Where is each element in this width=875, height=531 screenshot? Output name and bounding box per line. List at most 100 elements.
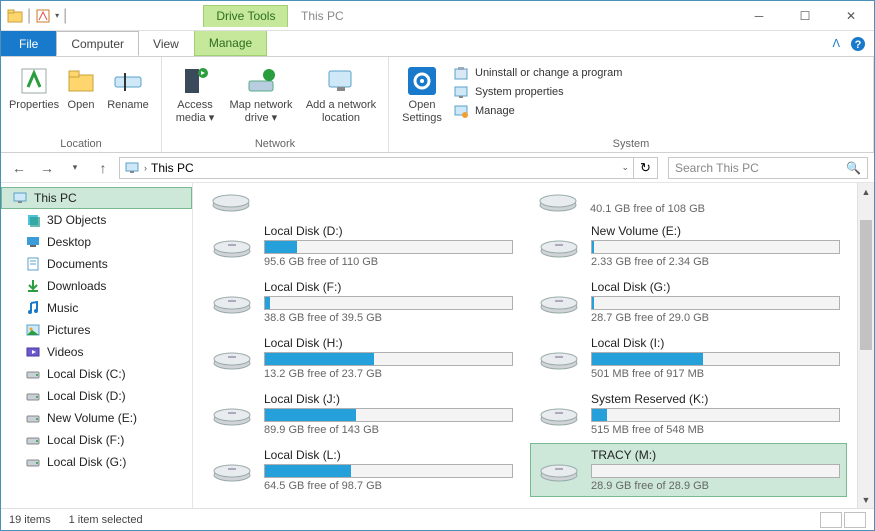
qat-dropdown-icon[interactable]: ▾ [55, 11, 59, 20]
rename-button[interactable]: Rename [103, 61, 153, 136]
status-item-count: 19 items [9, 514, 51, 526]
system-properties-link[interactable]: System properties [453, 84, 622, 100]
nav-item-local-disk-d-[interactable]: Local Disk (D:) [1, 385, 192, 407]
drive-local-disk-i-[interactable]: Local Disk (I:)501 MB free of 917 MB [530, 331, 847, 385]
drive-local-disk-h-[interactable]: Local Disk (H:)13.2 GB free of 23.7 GB [203, 331, 520, 385]
back-button[interactable]: ← [7, 156, 31, 180]
drive-grid: Local Disk (D:)95.6 GB free of 110 GBNew… [193, 219, 857, 497]
explorer-window: | ▾ | Drive Tools This PC ─ ☐ ✕ File Com… [0, 0, 875, 531]
drive-icon [210, 231, 254, 261]
search-input[interactable]: Search This PC 🔍 [668, 157, 868, 179]
content-pane[interactable]: 40.1 GB free of 108 GB Local Disk (D:)95… [193, 183, 857, 508]
refresh-button[interactable]: ↻ [634, 157, 658, 179]
details-view-button[interactable] [820, 512, 842, 528]
docs-icon [25, 256, 41, 272]
open-settings-button[interactable]: Open Settings [397, 61, 447, 136]
navigation-pane[interactable]: This PC 3D Objects Desktop DocumentsDownloa… [1, 183, 193, 508]
collapse-ribbon-icon[interactable]: ᐱ [832, 37, 840, 50]
properties-button[interactable]: Properties [9, 61, 59, 136]
scroll-up-button[interactable]: ▲ [858, 183, 874, 200]
address-dropdown-icon[interactable]: ⌄ [621, 162, 629, 173]
open-button[interactable]: Open [61, 61, 101, 136]
nav-item-videos[interactable]: Videos [1, 341, 192, 363]
window-controls: ─ ☐ ✕ [736, 1, 874, 31]
drive-new-volume-e-[interactable]: New Volume (E:)2.33 GB free of 2.34 GB [530, 219, 847, 273]
settings-gear-icon [406, 65, 438, 97]
nav-label: 3D Objects [47, 213, 106, 227]
drive-icon [537, 399, 581, 429]
manage-link[interactable]: Manage [453, 103, 622, 119]
drive-icon [536, 185, 580, 215]
drive-tools-contextual-tab[interactable]: Drive Tools [203, 5, 288, 27]
drive-free-text: 28.7 GB free of 29.0 GB [591, 312, 840, 324]
nav-item-local-disk-c-[interactable]: Local Disk (C:) [1, 363, 192, 385]
maximize-button[interactable]: ☐ [782, 1, 828, 31]
window-title: This PC [301, 9, 344, 23]
address-input[interactable]: › This PC ⌄ [119, 157, 634, 179]
scroll-track[interactable] [858, 200, 874, 491]
nav-item-local-disk-f-[interactable]: Local Disk (F:) [1, 429, 192, 451]
drive-local-disk-l-[interactable]: Local Disk (L:)64.5 GB free of 98.7 GB [203, 443, 520, 497]
tab-computer[interactable]: Computer [56, 31, 139, 56]
drive-icon [537, 455, 581, 485]
desktop-icon [25, 234, 41, 250]
nav-item-new-volume-e-[interactable]: New Volume (E:) [1, 407, 192, 429]
nav-item-music[interactable]: Music [1, 297, 192, 319]
nav-item-this-pc[interactable]: This PC [1, 187, 192, 209]
drive-icon [537, 343, 581, 373]
up-button[interactable]: ↑ [91, 156, 115, 180]
ribbon-group-network: Access media ▾ Map network drive ▾ Add a… [162, 57, 389, 152]
scroll-down-button[interactable]: ▼ [858, 491, 874, 508]
drive-local-disk-f-[interactable]: Local Disk (F:)38.8 GB free of 39.5 GB [203, 275, 520, 329]
tab-manage[interactable]: Manage [194, 31, 267, 56]
forward-button[interactable]: → [35, 156, 59, 180]
drive-free-text: 95.6 GB free of 110 GB [264, 256, 513, 268]
drive-local-disk-d-[interactable]: Local Disk (D:)95.6 GB free of 110 GB [203, 219, 520, 273]
drive-local-disk-g-[interactable]: Local Disk (G:)28.7 GB free of 29.0 GB [530, 275, 847, 329]
qat-separator: | [63, 7, 67, 25]
help-icon[interactable]: ? [850, 36, 866, 52]
drive-icon [537, 287, 581, 317]
drive-free-text: 13.2 GB free of 23.7 GB [264, 368, 513, 380]
map-network-drive-button[interactable]: Map network drive ▾ [222, 61, 300, 136]
nav-item-documents[interactable]: Documents [1, 253, 192, 275]
close-button[interactable]: ✕ [828, 1, 874, 31]
properties-qat-icon[interactable] [35, 8, 51, 24]
drive-system-reserved-k-[interactable]: System Reserved (K:)515 MB free of 548 M… [530, 387, 847, 441]
vertical-scrollbar[interactable]: ▲ ▼ [857, 183, 874, 508]
nav-item-local-disk-g-[interactable]: Local Disk (G:) [1, 451, 192, 473]
add-network-location-button[interactable]: Add a network location [302, 61, 380, 136]
manage-label: Manage [475, 105, 515, 117]
scroll-thumb[interactable] [860, 220, 872, 350]
nav-label: New Volume (E:) [47, 411, 137, 425]
pc-icon [124, 160, 140, 176]
nav-item-pictures[interactable]: Pictures [1, 319, 192, 341]
nav-item-3d-objects[interactable]: 3D Objects [1, 209, 192, 231]
drive-usage-bar [591, 240, 840, 254]
breadcrumb-this-pc[interactable]: This PC [151, 161, 194, 175]
access-media-button[interactable]: Access media ▾ [170, 61, 220, 136]
drive-local-disk-j-[interactable]: Local Disk (J:)89.9 GB free of 143 GB [203, 387, 520, 441]
breadcrumb-chevron-icon[interactable]: › [144, 163, 147, 173]
nav-item-desktop[interactable]: Desktop [1, 231, 192, 253]
drive-usage-bar [591, 352, 840, 366]
titlebar: | ▾ | Drive Tools This PC ─ ☐ ✕ [1, 1, 874, 31]
file-menu[interactable]: File [1, 31, 56, 56]
tab-view[interactable]: View [139, 31, 194, 56]
access-media-label: Access media ▾ [170, 99, 220, 124]
recent-locations-button[interactable]: ▾ [63, 156, 87, 180]
nav-item-downloads[interactable]: Downloads [1, 275, 192, 297]
nav-label: Desktop [47, 235, 91, 249]
uninstall-program-link[interactable]: Uninstall or change a program [453, 65, 622, 81]
map-drive-label: Map network drive ▾ [222, 99, 300, 124]
drive-free-text: 501 MB free of 917 MB [591, 368, 840, 380]
tiles-view-button[interactable] [844, 512, 866, 528]
drive-usage-bar [264, 240, 513, 254]
qat-separator: | [27, 7, 31, 25]
minimize-button[interactable]: ─ [736, 1, 782, 31]
nav-label: Local Disk (G:) [47, 455, 126, 469]
drive-usage-bar [264, 296, 513, 310]
system-properties-icon [453, 84, 469, 100]
drive-tracy-m-[interactable]: TRACY (M:)28.9 GB free of 28.9 GB [530, 443, 847, 497]
media-server-icon [179, 65, 211, 97]
